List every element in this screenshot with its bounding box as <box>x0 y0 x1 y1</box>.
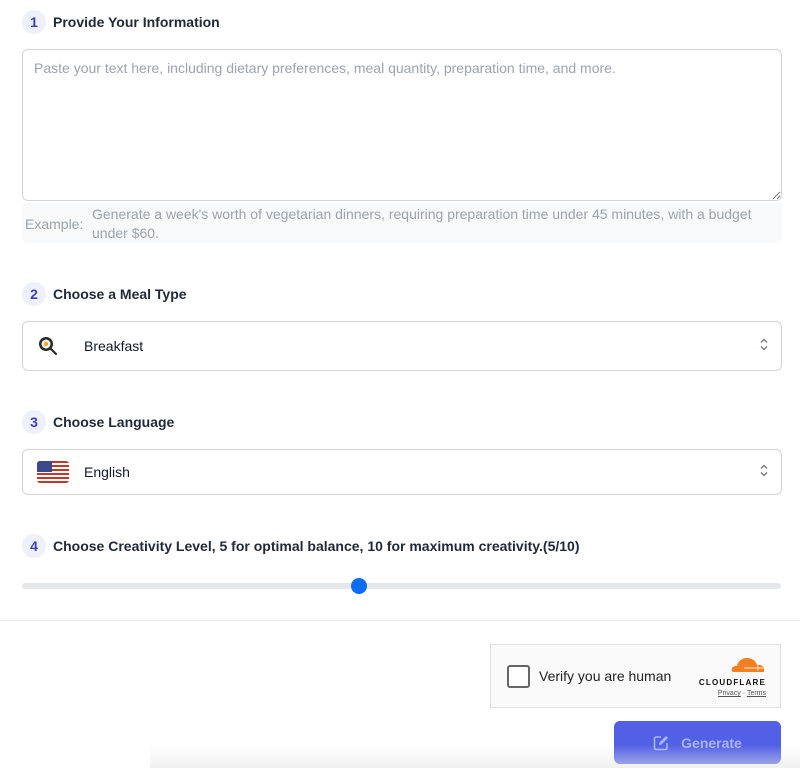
cloudflare-cloud-icon <box>730 656 766 677</box>
creativity-slider-thumb[interactable] <box>351 578 368 594</box>
example-text: Generate a week's worth of vegetarian di… <box>92 206 752 241</box>
step-title: Provide Your Information <box>53 14 220 30</box>
example-label: Example: <box>25 216 84 232</box>
frying-pan-egg-icon <box>38 336 58 356</box>
language-value: English <box>84 464 130 480</box>
link-separator: · <box>742 690 746 697</box>
edit-icon <box>653 735 669 751</box>
meal-type-value: Breakfast <box>84 338 144 354</box>
chevron-up-down-icon <box>759 337 769 356</box>
information-textarea[interactable] <box>22 49 782 201</box>
terms-link[interactable]: Terms <box>747 690 766 697</box>
language-select[interactable]: English <box>22 449 782 495</box>
step-1-header: 1 Provide Your Information <box>22 10 220 34</box>
verify-human-label: Verify you are human <box>539 668 672 684</box>
step-title: Choose a Meal Type <box>53 286 187 302</box>
step-3-header: 3 Choose Language <box>22 410 174 434</box>
step-2-header: 2 Choose a Meal Type <box>22 282 187 306</box>
step-number: 4 <box>22 534 46 558</box>
verify-human-checkbox[interactable] <box>507 664 530 688</box>
step-title: Choose Creativity Level, 5 for optimal b… <box>53 538 580 554</box>
step-number: 3 <box>22 410 46 434</box>
meal-type-select[interactable]: Breakfast <box>22 321 782 371</box>
step-4-header: 4 Choose Creativity Level, 5 for optimal… <box>22 534 579 558</box>
step-number: 1 <box>22 10 46 34</box>
creativity-slider[interactable] <box>22 578 781 594</box>
section-divider <box>0 620 800 621</box>
generate-label: Generate <box>681 734 742 751</box>
example-hint: Example: Generate a week's worth of vege… <box>22 203 782 243</box>
step-number: 2 <box>22 282 46 306</box>
cloudflare-brand: CLOUDFLARE Privacy · Terms <box>699 656 766 697</box>
generate-button[interactable]: Generate <box>614 721 781 764</box>
cloudflare-captcha: Verify you are human CLOUDFLARE Privacy … <box>490 644 781 708</box>
us-flag-icon <box>37 461 69 483</box>
captcha-links: Privacy · Terms <box>718 690 766 697</box>
privacy-link[interactable]: Privacy <box>718 690 741 697</box>
step-title: Choose Language <box>53 414 175 430</box>
chevron-up-down-icon <box>759 463 769 482</box>
cloudflare-logo-text: CLOUDFLARE <box>698 678 766 687</box>
